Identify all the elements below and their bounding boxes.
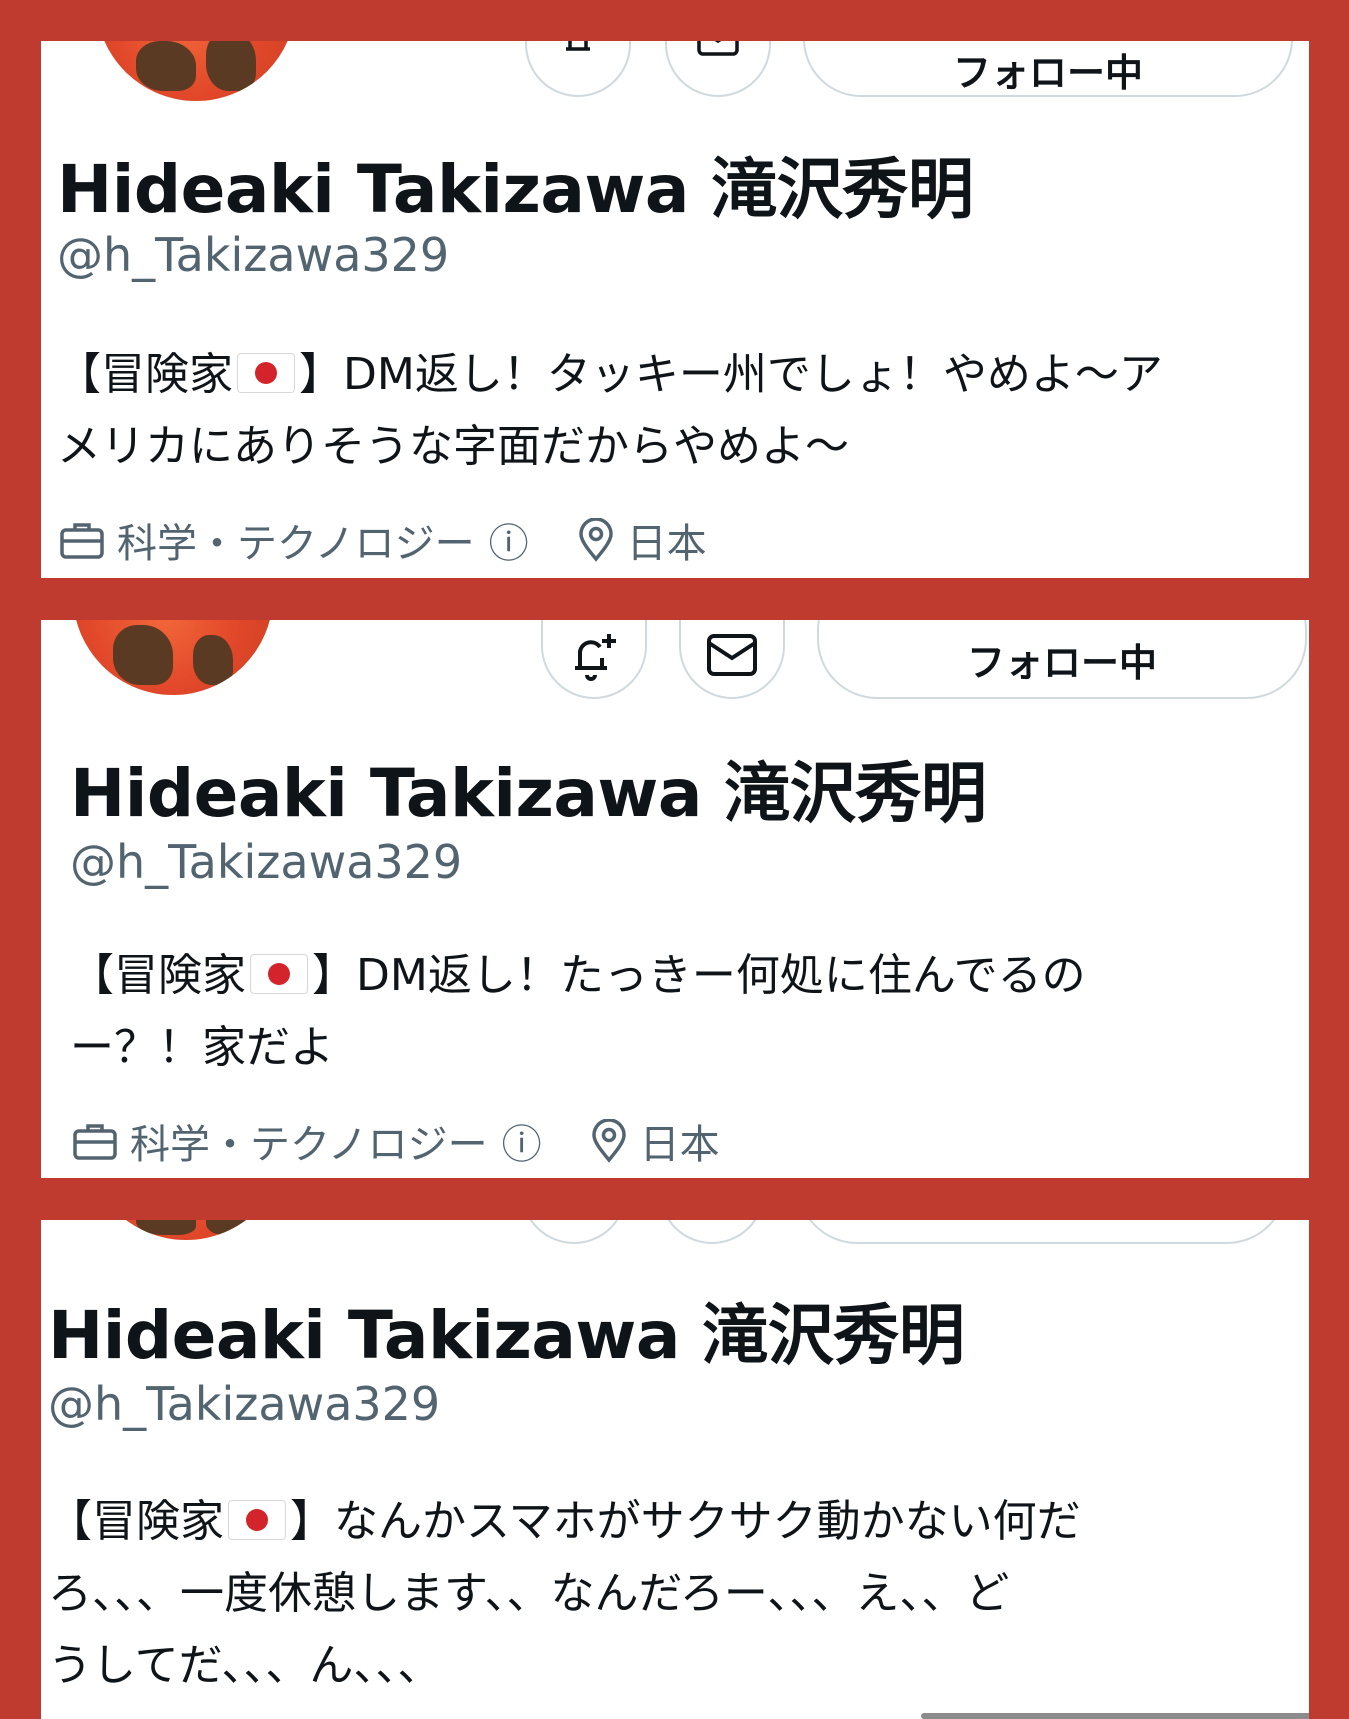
bio-text: 】DM返し！タッキー州でしょ！やめよ〜ア [299, 349, 1163, 400]
user-handle[interactable]: @h_Takizawa329 [48, 1377, 440, 1431]
bio-text: 【冒険家 [48, 1496, 224, 1547]
bio-text: ー？！家だよ [70, 1022, 334, 1073]
category-label[interactable]: 科学・テクノロジー [117, 511, 475, 569]
notification-button[interactable] [541, 620, 647, 699]
info-icon[interactable]: ⓘ [489, 511, 529, 569]
user-handle[interactable]: @h_Takizawa329 [70, 835, 462, 889]
bio-text: 【冒険家 [70, 950, 246, 1001]
bio-text: 【冒険家 [57, 349, 233, 400]
bio-text: ろ、、、一度休憩します、、なんだろー、、、え、、ど [48, 1568, 1010, 1619]
following-button[interactable] [797, 1220, 1287, 1244]
briefcase-icon [59, 520, 105, 560]
profile-bio: 【冒険家 】なんかスマホがサクサク動かない何だ ろ、、、一度休憩します、、なんだろ… [48, 1486, 1081, 1702]
profile-meta: 科学・テクノロジー ⓘ 日本 [72, 1112, 720, 1170]
following-button[interactable]: フォロー中 [803, 41, 1293, 97]
user-handle[interactable]: @h_Takizawa329 [57, 228, 449, 282]
display-name: Hideaki Takizawa 滝沢秀明 [48, 1297, 965, 1374]
following-label: フォロー中 [952, 50, 1143, 95]
bio-text: 】DM返し！たっきー何処に住んでるの [312, 950, 1086, 1001]
message-button[interactable] [679, 620, 785, 699]
notification-button[interactable] [521, 1220, 627, 1244]
location-label: 日本 [639, 1122, 720, 1168]
profile-card-1: フォロー中 Hideaki Takizawa 滝沢秀明 @h_Takizawa3… [41, 41, 1309, 578]
envelope-icon [707, 633, 757, 676]
message-button[interactable] [665, 41, 771, 97]
location-label: 日本 [626, 521, 707, 567]
following-button[interactable]: フォロー中 [817, 620, 1307, 699]
category-label[interactable]: 科学・テクノロジー [130, 1112, 488, 1170]
following-label: フォロー中 [966, 641, 1157, 685]
bell-plus-icon [575, 633, 616, 681]
avatar[interactable] [86, 1220, 286, 1240]
profile-card-3: Hideaki Takizawa 滝沢秀明 @h_Takizawa329 【冒険… [41, 1220, 1309, 1719]
envelope-icon [697, 41, 739, 56]
display-name: Hideaki Takizawa 滝沢秀明 [70, 755, 987, 832]
bio-text: メリカにありそうな字面だからやめよ〜 [57, 421, 849, 472]
avatar[interactable] [96, 41, 296, 101]
briefcase-icon [72, 1121, 118, 1161]
profile-card-2: フォロー中 Hideaki Takizawa 滝沢秀明 @h_Takizawa3… [41, 620, 1309, 1178]
profile-bio: 【冒険家 】DM返し！タッキー州でしょ！やめよ〜ア メリカにありそうな字面だからや… [57, 339, 1163, 483]
message-button[interactable] [659, 1220, 765, 1244]
bio-text: 】なんかスマホがサクサク動かない何だ [290, 1496, 1081, 1547]
location-pin-icon [590, 1119, 628, 1163]
profile-meta: 科学・テクノロジー ⓘ 日本 [59, 511, 707, 569]
scrollbar[interactable] [921, 1713, 1309, 1719]
avatar[interactable] [73, 620, 273, 695]
japan-flag-icon [250, 954, 308, 994]
display-name: Hideaki Takizawa 滝沢秀明 [57, 151, 974, 228]
japan-flag-icon [237, 353, 295, 393]
location-pin-icon [577, 518, 615, 562]
profile-bio: 【冒険家 】DM返し！たっきー何処に住んでるの ー？！家だよ [70, 940, 1086, 1084]
bio-text: うしてだ、、、ん、、、 [48, 1640, 442, 1691]
bell-plus-icon [566, 41, 590, 51]
japan-flag-icon [228, 1500, 286, 1540]
notification-button[interactable] [525, 41, 631, 97]
info-icon[interactable]: ⓘ [502, 1112, 542, 1170]
